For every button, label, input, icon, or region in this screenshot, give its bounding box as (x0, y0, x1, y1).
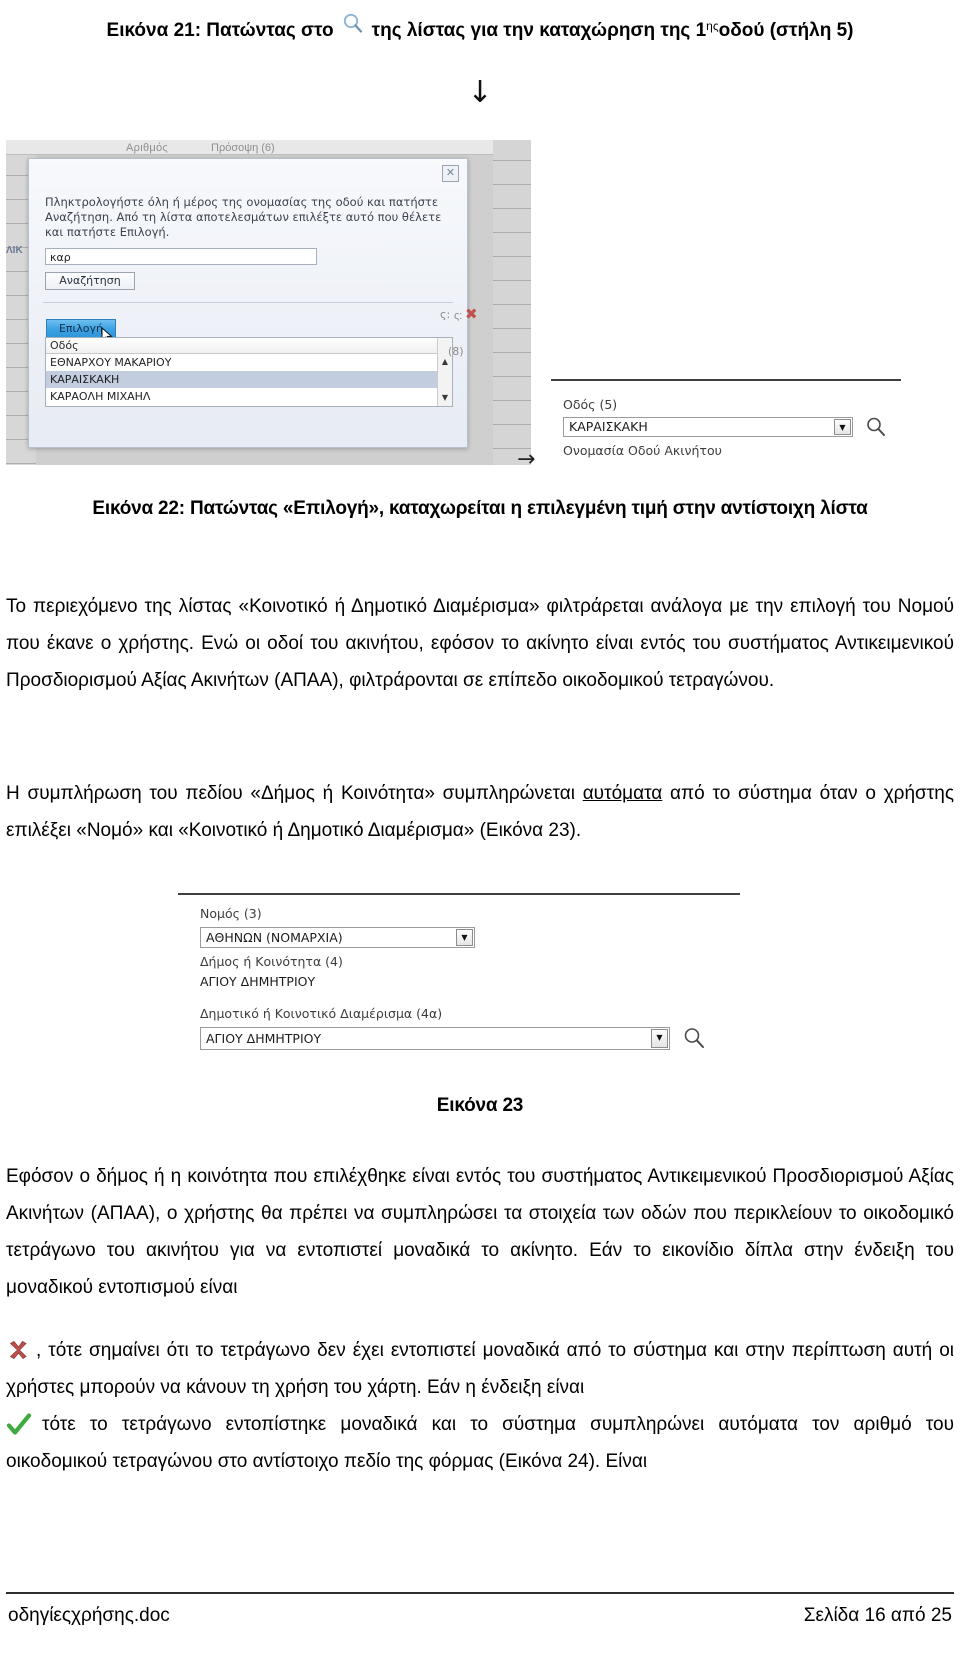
grid-side-text: ΛΙΚ (6, 245, 23, 256)
paragraph-2-before: Η συμπλήρωση του πεδίου «Δήμος ή Κοινότη… (6, 783, 583, 804)
caption-21-mid: της λίστας για την καταχώρηση της 1 (371, 20, 707, 41)
dialog-divider (43, 302, 453, 303)
footer-filename: οδηγίεςχρήσης.doc (8, 1605, 170, 1626)
red-x-icon: ✖ (465, 305, 478, 323)
paragraph-2: Η συμπλήρωση του πεδίου «Δήμος ή Κοινότη… (6, 775, 954, 849)
side-label-2: (8) (448, 345, 464, 358)
side-label-1: ς: (440, 308, 451, 321)
street-results-grid[interactable]: Οδός ΕΘΝΑΡΧΟΥ ΜΑΚΑΡΙΟΥ ΚΑΡΑΙΣΚΑΚΗ ΚΑΡΑΟΛ… (45, 337, 453, 407)
street-combobox[interactable]: ΚΑΡΑΙΣΚΑΚΗ ▼ (563, 417, 853, 437)
paragraph-3-part-1: Εφόσον ο δήμος ή η κοινότητα που επιλέχθ… (6, 1166, 954, 1298)
paragraph-2-emphasis: αυτόματα (582, 783, 663, 804)
paragraph-3-part-2: , τότε σημαίνει ότι το τετράγωνο δεν έχε… (6, 1340, 954, 1398)
search-icon[interactable] (682, 1026, 704, 1048)
paragraph-1: Το περιεχόμενο της λίστας «Κοινοτικό ή Δ… (6, 596, 954, 691)
footer-divider (6, 1592, 954, 1594)
chevron-down-icon[interactable]: ▼ (651, 1029, 668, 1048)
figure-21-caption: Εικόνα 21: Πατώντας στο της λίστας για τ… (0, 12, 960, 42)
street-combobox-value: ΚΑΡΑΙΣΚΑΚΗ (569, 419, 648, 434)
chevron-down-icon[interactable]: ▼ (456, 929, 473, 946)
paragraph-3-part-3: τότε το τετράγωνο εντοπίστηκε μοναδικά κ… (6, 1414, 954, 1472)
search-icon (338, 12, 368, 36)
search-icon[interactable] (865, 416, 887, 438)
diamerisma-combobox[interactable]: ΑΓΙΟΥ ΔΗΜΗΤΡΙΟΥ ▼ (200, 1027, 670, 1050)
list-item[interactable]: ΚΑΡΑΙΣΚΑΚΗ (46, 371, 452, 388)
transition-arrow-icon: → (517, 447, 536, 465)
app-grid-gutter (493, 140, 531, 465)
paragraph-3: Εφόσον ο δήμος ή η κοινότητα που επιλέχθ… (6, 1158, 954, 1306)
diamerisma-field-label: Δημοτικό ή Κοινοτικό Διαμέρισμα (4α) (200, 1006, 443, 1021)
nomos-combobox[interactable]: ΑΘΗΝΩΝ (ΝΟΜΑΡΧΙΑ) ▼ (200, 927, 475, 948)
grid-column-header-1: Αριθμός (126, 142, 169, 154)
dimos-field-value: ΑΓΙΟΥ ΔΗΜΗΤΡΙΟΥ (200, 974, 316, 989)
caption-21-superscript: ης (706, 19, 719, 33)
figure-23-screenshot: Νομός (3) ΑΘΗΝΩΝ (ΝΟΜΑΡΧΙΑ) ▼ Δήμος ή Κο… (170, 880, 740, 1085)
nomos-field-label: Νομός (3) (200, 906, 262, 921)
results-column-header: Οδός (46, 338, 452, 354)
street-field-label: Οδός (5) (563, 397, 618, 412)
section-rule (551, 379, 901, 381)
figure-21-screenshot-left: Αριθμός Πρόσοψη (6) ΛΙΚ ✕ Πληκτρολογήστε… (6, 140, 493, 465)
list-item[interactable]: ΚΑΡΑΟΛΗ ΜΙΧΑΗΛ (46, 388, 452, 405)
list-item[interactable]: ΕΘΝΑΡΧΟΥ ΜΑΚΑΡΙΟΥ (46, 354, 452, 371)
figure-22-caption: Εικόνα 22: Πατώντας «Επιλογή», καταχωρεί… (92, 498, 868, 519)
search-button[interactable]: Αναζήτηση (45, 272, 135, 290)
street-name-label: Ονομασία Οδού Ακινήτου (563, 443, 722, 458)
dialog-instructions: Πληκτρολογήστε όλη ή μέρος της ονομασίας… (45, 195, 442, 239)
street-search-dialog: ✕ Πληκτρολογήστε όλη ή μέρος της ονομασί… (28, 158, 468, 448)
footer-page-number: Σελίδα 16 από 25 (803, 1605, 952, 1626)
scroll-down-icon[interactable]: ▼ (439, 392, 451, 403)
side-label-1: ς: (454, 310, 463, 322)
document-page: Εικόνα 21: Πατώντας στο της λίστας για τ… (0, 0, 960, 1655)
chevron-down-icon[interactable]: ▼ (834, 419, 851, 435)
grid-column-header-2: Πρόσοψη (6) (211, 142, 275, 154)
figure-23-caption: Εικόνα 23 (436, 1095, 524, 1116)
select-button[interactable]: Επιλογή (46, 319, 116, 338)
nomos-combobox-value: ΑΘΗΝΩΝ (ΝΟΜΑΡΧΙΑ) (206, 930, 343, 945)
caption-21-suffix: οδού (στήλη 5) (718, 20, 854, 41)
arrow-down-icon: ↓ (467, 75, 493, 110)
diamerisma-combobox-value: ΑΓΙΟΥ ΔΗΜΗΤΡΙΟΥ (206, 1031, 322, 1046)
figure-22-screenshot-right: → Οδός (5) ΚΑΡΑΙΣΚΑΚΗ ▼ Ονομασία Οδού Ακ… (493, 140, 960, 465)
section-rule (178, 893, 740, 895)
close-icon[interactable]: ✕ (442, 165, 459, 182)
street-search-input[interactable]: καρ (45, 248, 317, 265)
dimos-field-label: Δήμος ή Κοινότητα (4) (200, 954, 343, 969)
caption-21-prefix: Εικόνα 21: Πατώντας στο (106, 20, 334, 41)
